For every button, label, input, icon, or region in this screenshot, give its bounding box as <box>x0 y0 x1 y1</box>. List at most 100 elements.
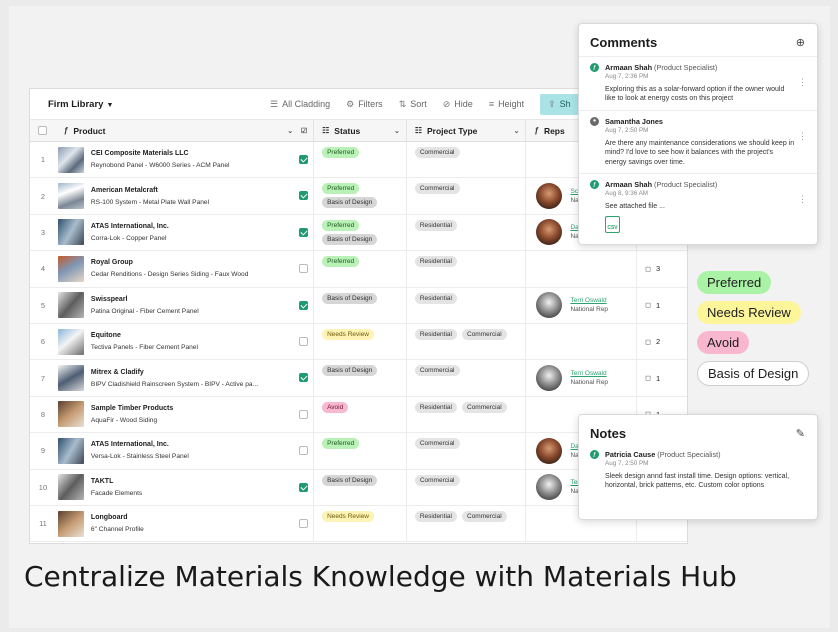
filters-button[interactable]: ⚙ Filters <box>346 99 383 110</box>
project-type-pill: Commercial <box>462 328 507 340</box>
project-type-cell[interactable]: Residential Commercial <box>407 505 527 542</box>
status-cell[interactable]: Needs Review <box>314 323 407 360</box>
product-cell[interactable]: TAKTL Facade Elements <box>56 469 315 505</box>
product-checkbox[interactable] <box>299 300 309 310</box>
comment-text: See attached file ... <box>605 203 665 211</box>
comment: ● Samantha Jones Aug 7, 2:50 PM Are there a… <box>579 109 817 173</box>
product-name: Facade Elements <box>90 489 143 497</box>
product-manufacturer: CEI Composite Materials LLC <box>90 150 189 158</box>
status-pill-wrap: Preferred <box>322 219 406 234</box>
status-cell[interactable]: Preferred <box>314 433 407 469</box>
status-cell[interactable]: Preferred <box>314 142 407 178</box>
table-row[interactable]: 7 Mitrex & Cladify BIPV Cladishield Rainsc… <box>30 360 687 397</box>
status-cell[interactable]: Basis of Design <box>314 469 407 505</box>
edit-note-icon[interactable]: ✎ <box>796 427 805 440</box>
status-cell[interactable]: Needs Review <box>314 505 407 542</box>
status-pill: Preferred <box>322 256 360 268</box>
more-options-icon[interactable]: ⋮ <box>798 131 807 142</box>
product-column-header[interactable]: ƒ Product ⌄ ☑ <box>56 120 315 141</box>
product-cell[interactable]: CEI Composite Materials LLC Reynobond Pan… <box>56 142 315 178</box>
notes-count-cell[interactable]: ◻ 3 <box>637 251 687 286</box>
sort-button[interactable]: ⇅ Sort <box>399 99 427 110</box>
reps-cell[interactable]: Terri Oswald National Rep <box>526 360 638 396</box>
project-type-cell[interactable]: Commercial <box>407 469 527 505</box>
status-cell[interactable]: Preferred Basis of Design <box>314 214 407 251</box>
product-thumbnail <box>57 401 84 428</box>
product-checkbox[interactable] <box>299 446 309 456</box>
project-type-cell[interactable]: Residential Commercial <box>407 323 527 360</box>
product-cell[interactable]: Equitone Tectiva Panels - Fiber Cement Pa… <box>56 323 315 360</box>
project-type-cell[interactable]: Commercial <box>407 142 527 178</box>
share-button[interactable]: ⇪ Sh <box>540 93 579 115</box>
status-cell[interactable]: Preferred Basis of Design <box>314 178 407 214</box>
product-checkbox[interactable] <box>299 264 309 274</box>
status-pill: Basis of Design <box>322 292 378 304</box>
project-type-cell[interactable]: Residential <box>407 287 527 323</box>
page-caption: Centralize Materials Knowledge with Mate… <box>24 560 737 593</box>
more-options-icon[interactable]: ⋮ <box>798 77 807 88</box>
product-manufacturer: American Metalcraft <box>90 186 158 194</box>
product-cell[interactable]: ATAS International, Inc. Corra-Lok - Copp… <box>56 214 315 251</box>
comment: ƒ Armaan Shah (Product Specialist) Aug 7, 2… <box>579 56 817 110</box>
status-column-header[interactable]: ☷ Status ⌄ <box>314 120 407 141</box>
comment-icon: ◻ <box>645 302 651 310</box>
product-checkbox[interactable] <box>299 227 309 237</box>
share-label: Sh <box>559 99 571 109</box>
table-row[interactable]: 4 Royal Group Cedar Renditions - Design Se… <box>30 251 687 288</box>
product-checkbox[interactable] <box>299 155 309 164</box>
product-cell[interactable]: American Metalcraft RS-100 System - Metal… <box>56 178 315 214</box>
height-button[interactable]: ≡ Height <box>489 99 524 109</box>
notes-count-cell[interactable]: ◻ 2 <box>637 324 687 359</box>
all-cladding-button[interactable]: ☰ All Cladding <box>270 99 330 110</box>
more-options-icon[interactable]: ⋮ <box>798 194 807 205</box>
hide-button[interactable]: ⊘ Hide <box>443 99 473 110</box>
rep-name-link[interactable]: Terri Oswald <box>570 370 608 377</box>
status-cell[interactable]: Avoid <box>314 396 407 433</box>
project-type-cell[interactable]: Residential Commercial <box>407 396 527 433</box>
add-comment-icon[interactable]: ⊕ <box>796 36 805 49</box>
table-row[interactable]: 5 Swisspearl Patina Original - Fiber Cemen… <box>30 287 687 324</box>
product-thumbnail <box>57 437 84 464</box>
project-type-cell[interactable]: Residential <box>407 251 527 287</box>
project-type-column-header[interactable]: ☷ Project Type ⌄ <box>407 120 527 141</box>
product-checkbox[interactable] <box>299 373 309 383</box>
notes-count-cell[interactable]: ◻1 <box>637 288 687 323</box>
notes-count-cell[interactable]: ◻1 <box>637 360 687 395</box>
product-checkbox[interactable] <box>299 409 309 419</box>
reps-cell[interactable]: Terri Oswald National Rep <box>526 287 638 323</box>
project-type-pill: Residential <box>414 328 457 340</box>
status-cell[interactable]: Preferred <box>314 251 407 287</box>
reps-cell[interactable] <box>526 251 638 287</box>
product-cell[interactable]: Longboard 6" Channel Profile <box>56 505 315 542</box>
rep-name-link[interactable]: Terri Oswald <box>570 297 608 304</box>
product-cell[interactable]: ATAS International, Inc. Versa-Lok - Stai… <box>56 433 315 469</box>
avatar <box>536 437 563 464</box>
product-cell[interactable]: Mitrex & Cladify BIPV Cladishield Rainscr… <box>56 360 315 396</box>
project-type-cell[interactable]: Commercial <box>407 360 527 396</box>
product-checkbox[interactable] <box>299 518 309 528</box>
select-all-checkbox[interactable] <box>38 126 48 135</box>
project-type-cell[interactable]: Residential <box>407 214 527 251</box>
product-checkbox[interactable] <box>299 191 309 201</box>
product-checkbox[interactable] <box>299 482 309 492</box>
lines-icon: ☰ <box>270 98 279 109</box>
status-cell[interactable]: Basis of Design <box>314 287 407 323</box>
product-cell[interactable]: Swisspearl Patina Original - Fiber Cement… <box>56 287 315 323</box>
project-type-cell[interactable]: Commercial <box>407 178 527 214</box>
project-type-column-label: Project Type <box>427 125 478 136</box>
project-type-pill: Residential <box>414 256 457 268</box>
product-cell[interactable]: Royal Group Cedar Renditions - Design Ser… <box>56 251 315 287</box>
notes-count: 1 <box>655 300 661 310</box>
product-info: Equitone Tectiva Panels - Fiber Cement Pa… <box>91 332 198 351</box>
product-thumbnail <box>57 255 84 282</box>
product-cell[interactable]: Sample Timber Products AquaFir - Wood Sid… <box>56 396 315 433</box>
reps-cell[interactable] <box>526 323 638 360</box>
product-info: American Metalcraft RS-100 System - Metal… <box>91 187 209 206</box>
csv-file-icon[interactable]: CSV <box>605 215 620 233</box>
library-dropdown[interactable]: Firm Library ▼ <box>48 99 270 110</box>
table-row[interactable]: 6 Equitone Tectiva Panels - Fiber Cement P… <box>30 323 687 361</box>
row-number: 7 <box>40 373 46 383</box>
status-cell[interactable]: Basis of Design <box>314 360 407 396</box>
project-type-cell[interactable]: Commercial <box>407 433 527 469</box>
product-checkbox[interactable] <box>299 336 309 346</box>
